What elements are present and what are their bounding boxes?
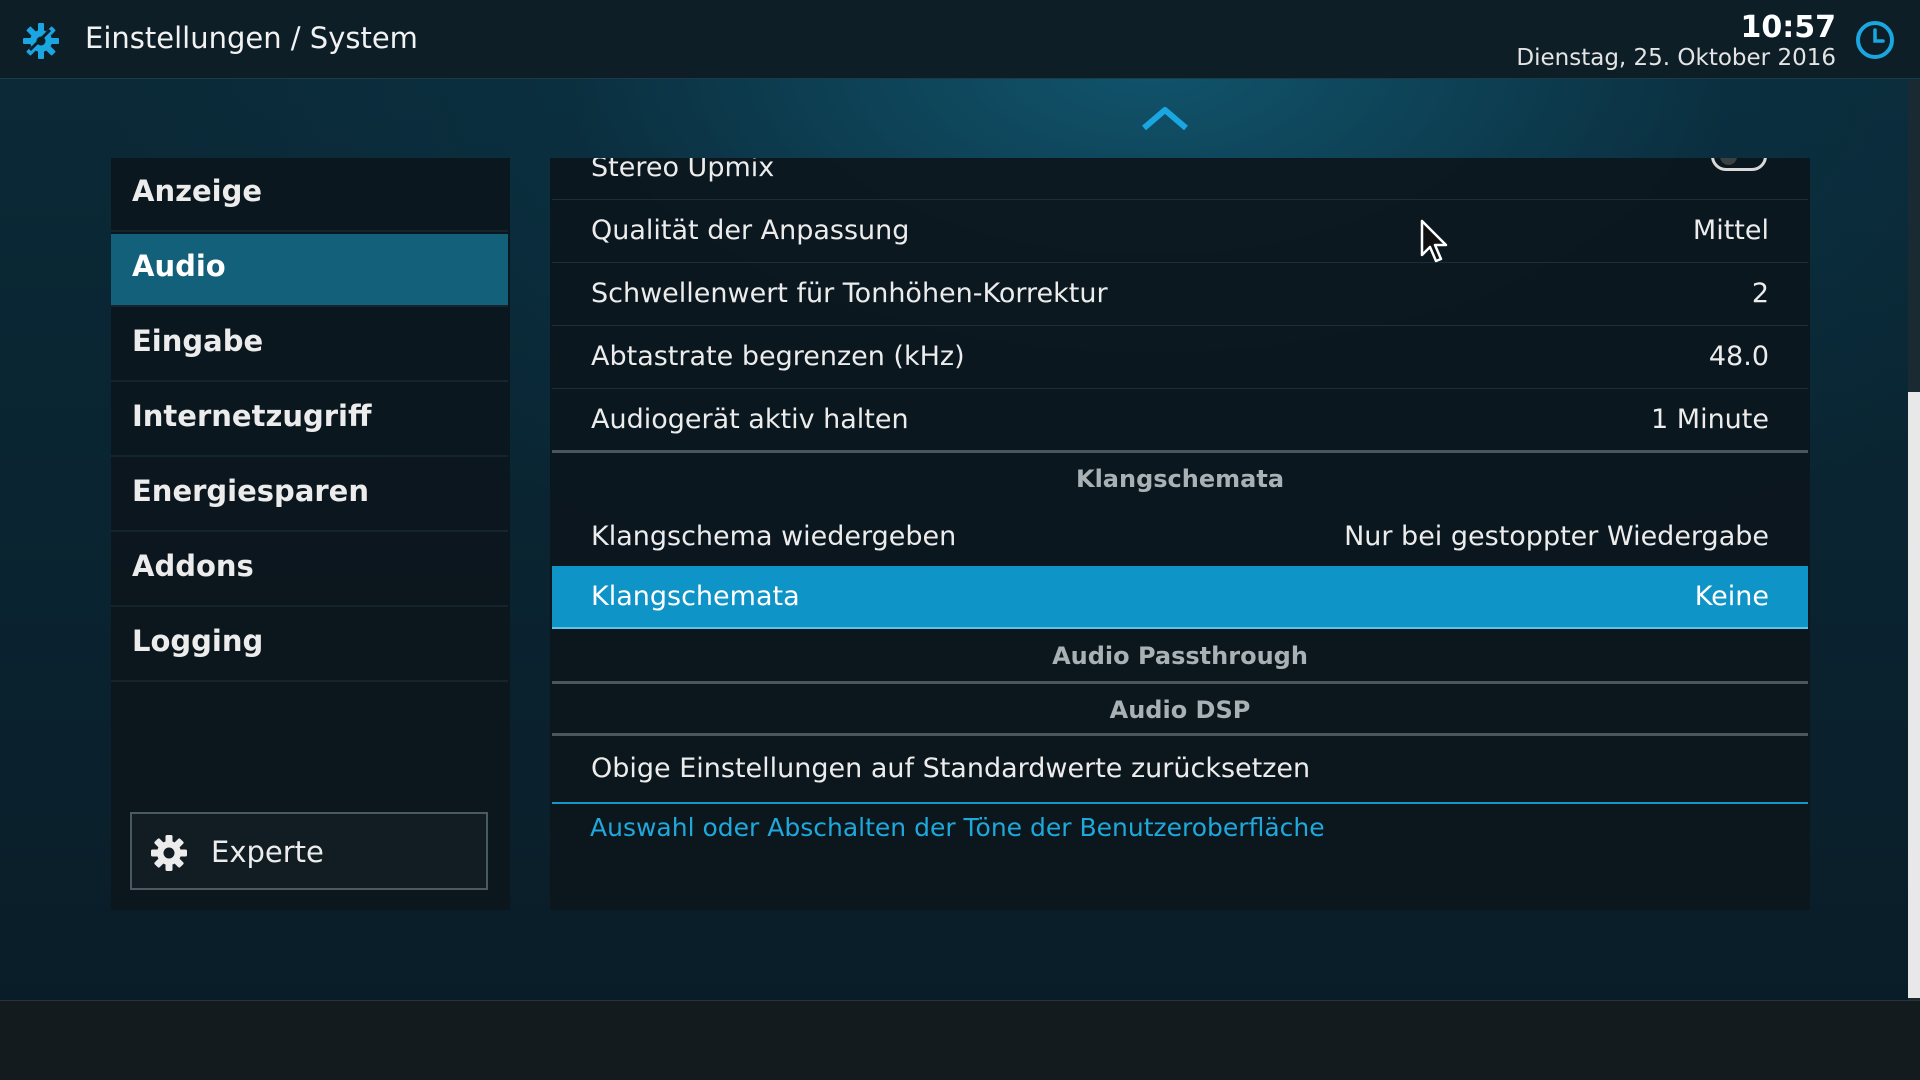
sidebar-item-label: Anzeige [132, 174, 263, 208]
section-title: Audio Passthrough [1052, 642, 1308, 670]
setting-value: 48.0 [1708, 341, 1769, 372]
sidebar-item-label: Logging [132, 624, 264, 658]
top-bar: Einstellungen / System 10:57 Dienstag, 2… [0, 0, 1920, 79]
setting-row-keep-alive[interactable]: Audiogerät aktiv halten 1 Minute [552, 389, 1808, 452]
setting-label: Abtastrate begrenzen (kHz) [591, 341, 965, 372]
setting-row-sound-scheme[interactable]: Klangschemata Keine [552, 566, 1808, 629]
setting-row-samplerate[interactable]: Abtastrate begrenzen (kHz) 48.0 [552, 326, 1808, 389]
sidebar-item-logging[interactable]: Logging [111, 609, 508, 682]
setting-row-quality[interactable]: Qualität der Anpassung Mittel [552, 200, 1808, 263]
scroll-up-chevron-icon[interactable] [1140, 104, 1190, 132]
description-divider [552, 802, 1808, 804]
scrollbar-thumb[interactable] [1908, 392, 1920, 998]
window-title: Einstellungen / System [85, 21, 418, 55]
clock-icon [1856, 21, 1894, 59]
bottom-bar [0, 1000, 1920, 1080]
settings-level-label: Experte [211, 835, 324, 869]
toggle-switch[interactable] [1711, 158, 1767, 171]
setting-label: Klangschemata [591, 581, 800, 612]
section-title: Audio DSP [1109, 696, 1251, 724]
sidebar-item-label: Energiesparen [132, 474, 369, 508]
reset-defaults-row[interactable]: Obige Einstellungen auf Standardwerte zu… [552, 738, 1808, 801]
section-header-dsp[interactable]: Audio DSP [552, 684, 1808, 737]
setting-label: Klangschema wiedergeben [591, 521, 957, 552]
setting-value: Nur bei gestoppter Wiedergabe [1344, 521, 1769, 552]
settings-gear-icon [23, 23, 59, 59]
settings-level-button[interactable]: Experte [130, 812, 488, 890]
setting-label: Audiogerät aktiv halten [591, 404, 909, 435]
section-header-sounds: Klangschemata [552, 453, 1808, 506]
setting-row-pitch-threshold[interactable]: Schwellenwert für Tonhöhen-Korrektur 2 [552, 263, 1808, 326]
setting-value: Mittel [1692, 215, 1769, 246]
sidebar-item-addons[interactable]: Addons [111, 534, 508, 607]
setting-row-play-sounds[interactable]: Klangschema wiedergeben Nur bei gestoppt… [552, 506, 1808, 569]
sidebar-item-label: Internetzugriff [132, 399, 372, 433]
section-divider [552, 733, 1808, 736]
sidebar-item-label: Audio [132, 249, 226, 283]
setting-value: 2 [1751, 278, 1769, 309]
clock-date: Dienstag, 25. Oktober 2016 [1516, 45, 1836, 71]
sidebar-item-label: Addons [132, 549, 254, 583]
setting-label: Stereo Upmix [591, 158, 775, 183]
sidebar-item-energiesparen[interactable]: Energiesparen [111, 459, 508, 532]
toggle-knob [1720, 158, 1737, 165]
setting-value: 1 Minute [1651, 404, 1769, 435]
setting-label: Qualität der Anpassung [591, 215, 910, 246]
sidebar-item-audio[interactable]: Audio [111, 234, 508, 307]
sidebar-item-label: Eingabe [132, 324, 264, 358]
reset-defaults-label: Obige Einstellungen auf Standardwerte zu… [591, 753, 1311, 784]
mouse-pointer-icon [1420, 219, 1448, 263]
category-sidebar: Anzeige Audio Eingabe Internetzugriff En… [111, 158, 510, 910]
sidebar-item-internetzugriff[interactable]: Internetzugriff [111, 384, 508, 457]
settings-screen: Einstellungen / System 10:57 Dienstag, 2… [0, 0, 1920, 1080]
setting-description: Auswahl oder Abschalten der Töne der Ben… [590, 813, 1325, 842]
settings-list-panel: Stereo Upmix Qualität der Anpassung Mitt… [550, 158, 1810, 910]
section-header-passthrough[interactable]: Audio Passthrough [552, 630, 1808, 683]
sidebar-item-eingabe[interactable]: Eingabe [111, 309, 508, 382]
setting-value: Keine [1694, 581, 1769, 612]
setting-label: Schwellenwert für Tonhöhen-Korrektur [591, 278, 1108, 309]
setting-row-stereo-upmix[interactable]: Stereo Upmix [552, 158, 1808, 200]
gear-icon [151, 835, 187, 871]
section-title: Klangschemata [1075, 465, 1285, 493]
clock-time: 10:57 [1740, 10, 1837, 45]
sidebar-item-anzeige[interactable]: Anzeige [111, 159, 508, 232]
